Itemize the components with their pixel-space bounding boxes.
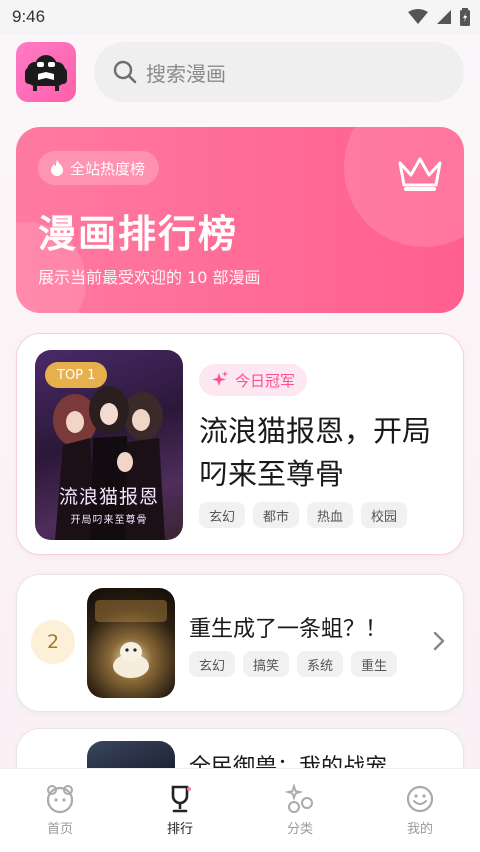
tag-list: 玄幻 都市 热血 校园 — [199, 502, 408, 528]
champion-label: 今日冠军 — [235, 371, 296, 390]
comic-title: 重生成了一条蛆？！ — [189, 617, 388, 642]
genre-tag: 重生 — [351, 651, 398, 677]
header: 搜索漫画 — [16, 42, 464, 102]
trophy-icon — [171, 785, 191, 813]
battery-icon — [460, 8, 470, 26]
logo-icon — [25, 55, 67, 91]
cover-subtitle: 开局叼来至尊骨 — [70, 515, 148, 526]
hot-badge: 全站热度榜 — [38, 151, 160, 185]
nav-item-category[interactable]: 分类 — [240, 769, 360, 852]
screen: 9:46 搜索漫画 全站热度榜 漫画排行榜 展示当前最受欢迎的 10 部漫画 T… — [0, 0, 480, 852]
rank-number: 2 — [31, 620, 75, 664]
tag-list: 玄幻 搞笑 系统 重生 — [189, 651, 398, 677]
chevron-right-icon[interactable] — [433, 631, 445, 651]
smile-icon — [406, 785, 434, 813]
nav-label: 我的 — [406, 822, 433, 837]
category-icon — [285, 784, 313, 813]
banner-subtitle: 展示当前最受欢迎的 10 部漫画 — [38, 268, 261, 287]
cover-art — [95, 600, 167, 678]
status-bar: 9:46 — [0, 0, 480, 34]
search-bar[interactable]: 搜索漫画 — [94, 42, 464, 102]
search-icon — [113, 60, 137, 84]
banner-title: 漫画排行榜 — [38, 212, 239, 256]
comic-cover: TOP 1 流浪猫报恩 开局叼来至尊骨 — [35, 350, 183, 540]
comic-title: 流浪猫报恩，开局叼来至尊骨 — [199, 414, 432, 491]
bottom-nav: 首页 排行 分类 我的 — [0, 768, 480, 852]
nav-item-ranking[interactable]: 排行 — [120, 769, 240, 852]
flame-icon — [51, 160, 63, 176]
nav-label: 首页 — [46, 822, 73, 837]
app-logo[interactable] — [16, 42, 76, 102]
genre-tag: 校园 — [361, 502, 408, 528]
signal-icon — [437, 10, 451, 24]
ranking-item-2[interactable]: 2 重生成了一条蛆？！ 玄幻 搞笑 系统 重生 — [16, 574, 464, 712]
cover-title: 流浪猫报恩 — [58, 486, 159, 508]
genre-tag: 系统 — [297, 651, 344, 677]
hot-badge-label: 全站热度榜 — [70, 159, 146, 178]
genre-tag: 热血 — [307, 502, 354, 528]
genre-tag: 玄幻 — [199, 502, 246, 528]
top-badge: TOP 1 — [45, 362, 108, 388]
status-time: 9:46 — [12, 7, 46, 26]
comic-cover — [87, 588, 175, 698]
genre-tag: 都市 — [253, 502, 300, 528]
cover-caption: 流浪猫报恩 开局叼来至尊骨 — [35, 482, 183, 526]
genre-tag: 搞笑 — [243, 651, 290, 677]
ranking-item-1[interactable]: TOP 1 流浪猫报恩 开局叼来至尊骨 今日冠军 流浪猫报恩，开局叼来至尊骨 玄… — [16, 333, 464, 555]
nav-item-home[interactable]: 首页 — [0, 769, 120, 852]
wifi-icon — [408, 9, 428, 24]
nav-label: 分类 — [286, 822, 313, 837]
nav-label: 排行 — [166, 822, 193, 837]
sparkle-icon — [212, 371, 228, 386]
crown-icon — [398, 157, 442, 191]
status-icons — [408, 8, 470, 26]
genre-tag: 玄幻 — [189, 651, 236, 677]
champion-badge: 今日冠军 — [199, 364, 308, 396]
ranking-banner: 全站热度榜 漫画排行榜 展示当前最受欢迎的 10 部漫画 — [16, 127, 464, 313]
search-placeholder: 搜索漫画 — [146, 61, 226, 86]
home-face-icon — [46, 785, 74, 814]
nav-item-profile[interactable]: 我的 — [360, 769, 480, 852]
